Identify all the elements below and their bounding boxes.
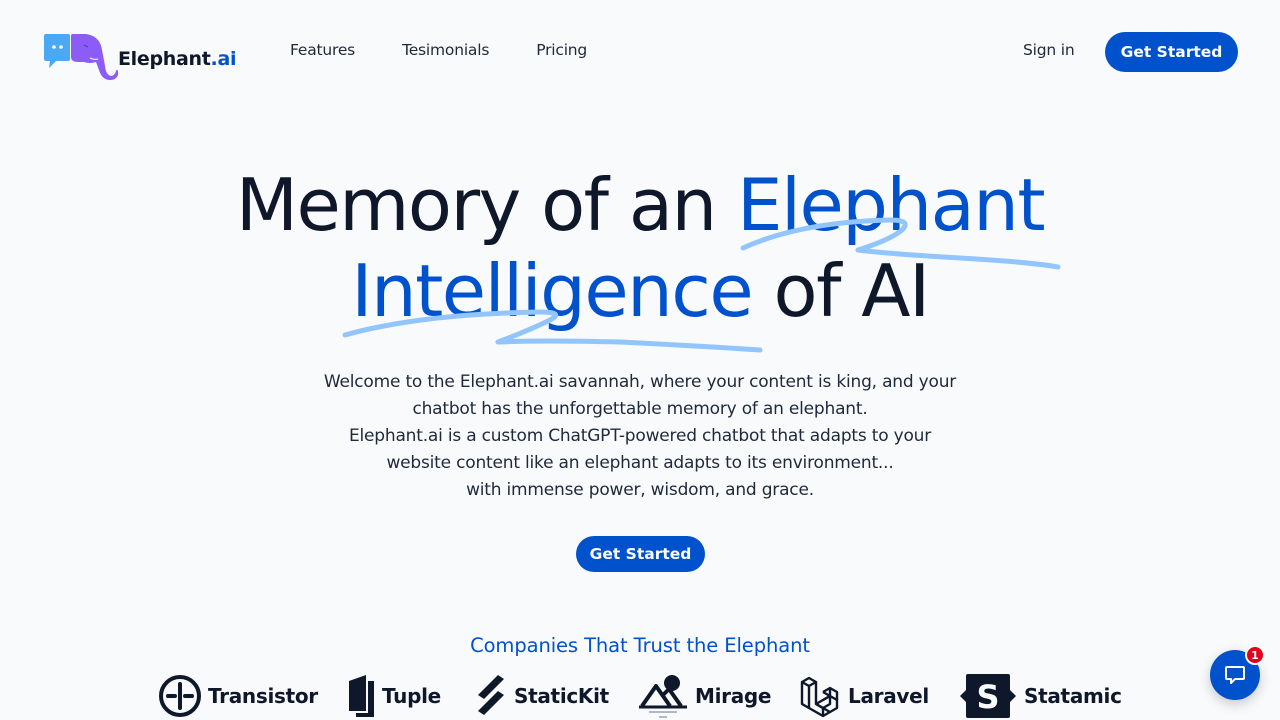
transistor-icon bbox=[159, 675, 201, 717]
elephant-logo-icon bbox=[44, 34, 118, 80]
hero-description-line: with immense power, wisdom, and grace. bbox=[466, 480, 814, 500]
company-logo-statamic: S Statamic bbox=[958, 672, 1122, 720]
company-logo-mirage: Mirage bbox=[639, 672, 772, 720]
tuple-icon bbox=[349, 675, 374, 717]
mirage-icon bbox=[639, 675, 687, 718]
site-header: Elephant.ai Features Tesimonials Pricing… bbox=[0, 0, 1280, 104]
hero-title-line-1: Memory of an Elephant bbox=[235, 163, 1046, 247]
laravel-icon bbox=[800, 676, 839, 718]
hero-highlight-intelligence: Intelligence bbox=[351, 249, 753, 333]
hero-description-line: chatbot has the unforgettable memory of … bbox=[412, 399, 868, 419]
hero-description-line: website content like an elephant adapts … bbox=[386, 453, 894, 473]
statamic-icon: S bbox=[960, 674, 1016, 718]
hero-description-line: Elephant.ai is a custom ChatGPT-powered … bbox=[348, 426, 932, 446]
chat-bubble-icon bbox=[1225, 666, 1245, 684]
company-logo-transistor: Transistor bbox=[158, 672, 318, 720]
trust-section-title: Companies That Trust the Elephant bbox=[470, 634, 810, 657]
nav-link-testimonials[interactable]: Tesimonials bbox=[402, 41, 489, 59]
chat-notification-badge: 1 bbox=[1245, 645, 1265, 665]
nav-link-pricing[interactable]: Pricing bbox=[536, 41, 587, 59]
hero-title: Memory of an Elephant Intelligence of AI bbox=[0, 162, 1280, 334]
hero-highlight-elephant: Elephant bbox=[737, 163, 1046, 247]
sign-in-link[interactable]: Sign in bbox=[1023, 41, 1075, 59]
brand-name: Elephant.ai bbox=[118, 48, 237, 70]
statickit-icon bbox=[478, 675, 504, 715]
hero-description: Welcome to the Elephant.ai savannah, whe… bbox=[290, 369, 990, 504]
company-name: Transistor bbox=[208, 684, 318, 708]
header-get-started-button[interactable]: Get Started bbox=[1105, 32, 1238, 72]
company-name: Mirage bbox=[695, 684, 772, 708]
company-logos: Transistor Tuple StaticKit Mirage Larave… bbox=[0, 672, 1280, 720]
company-name: Laravel bbox=[848, 684, 929, 708]
hero-description-line: Welcome to the Elephant.ai savannah, whe… bbox=[323, 372, 957, 392]
company-name: StaticKit bbox=[514, 684, 609, 708]
company-logo-tuple: Tuple bbox=[348, 672, 441, 720]
brand-logo[interactable]: Elephant.ai bbox=[42, 32, 236, 82]
hero-title-line-2: Intelligence of AI bbox=[351, 249, 930, 333]
company-name: Statamic bbox=[1024, 684, 1122, 708]
company-name: Tuple bbox=[382, 684, 441, 708]
company-logo-laravel: Laravel bbox=[800, 672, 929, 720]
company-logo-statickit: StaticKit bbox=[474, 672, 609, 720]
svg-text:S: S bbox=[976, 678, 999, 716]
main-nav: Features Tesimonials Pricing bbox=[290, 41, 634, 59]
nav-link-features[interactable]: Features bbox=[290, 41, 355, 59]
hero-get-started-button[interactable]: Get Started bbox=[576, 536, 705, 572]
